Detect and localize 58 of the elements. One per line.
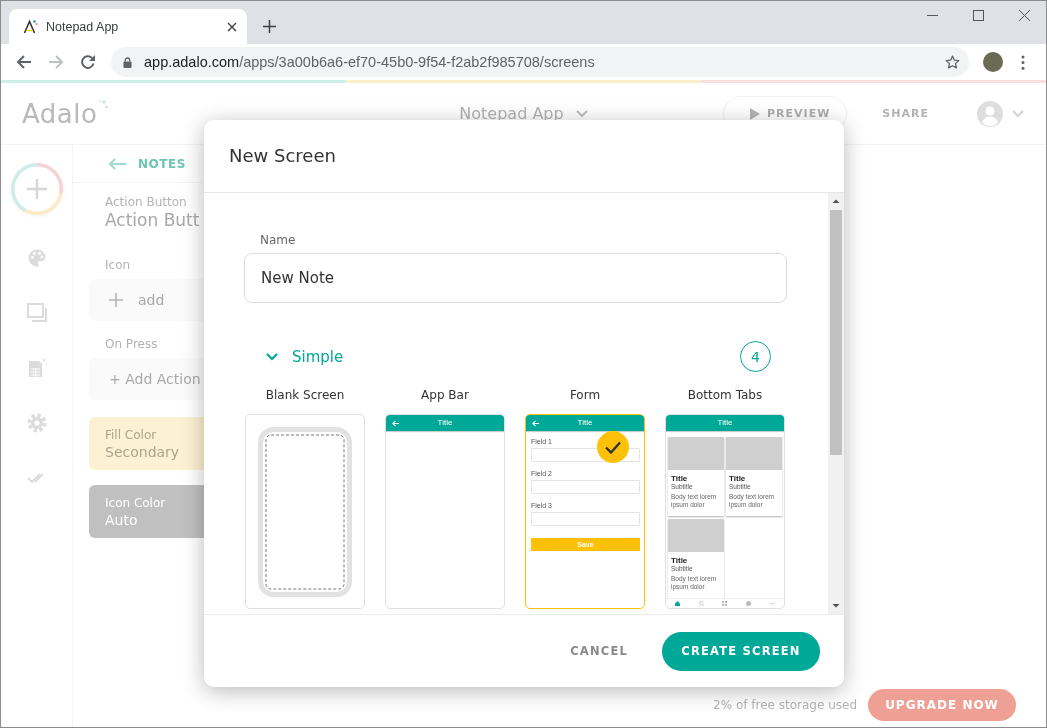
plus-icon — [109, 293, 123, 307]
template-label: Form — [569, 388, 601, 402]
sparkle-icon — [98, 98, 109, 109]
play-icon — [750, 107, 761, 120]
grid-icon — [722, 601, 728, 606]
plus-icon — [26, 179, 47, 199]
address-field[interactable]: app.adalo.com/apps/3a00b6a6-ef70-45b0-9f54-f2ab2f985708/screens — [111, 47, 969, 77]
reload-icon[interactable] — [80, 54, 96, 70]
card-title: Title — [671, 474, 689, 483]
app-bar-title: Title — [436, 418, 454, 428]
app-logo: Adalo — [22, 98, 98, 129]
upgrade-button[interactable]: UPGRADE NOW — [868, 689, 1016, 721]
avatar-icon[interactable] — [983, 52, 1003, 72]
card-title: Title — [671, 556, 689, 565]
section-toggle[interactable]: Simple — [266, 347, 344, 366]
image-placeholder — [726, 437, 782, 470]
plus-icon[interactable] — [263, 20, 276, 33]
home-icon — [675, 601, 681, 606]
image-placeholder — [668, 437, 724, 470]
project-menu[interactable]: Notepad App — [459, 104, 588, 123]
app-logo-icon — [22, 18, 38, 35]
back-arrow-icon — [392, 419, 399, 427]
property-label: Icon — [105, 258, 132, 272]
app-bar-title: Title — [716, 418, 734, 428]
cancel-button[interactable]: CANCEL — [570, 640, 628, 662]
back-link[interactable]: NOTES — [108, 156, 186, 171]
close-icon[interactable] — [1019, 10, 1030, 21]
image-placeholder — [668, 519, 724, 552]
template-label: Bottom Tabs — [687, 388, 763, 402]
property-label: On Press — [105, 337, 159, 351]
close-icon[interactable] — [227, 21, 237, 32]
template-card[interactable]: Title — [385, 414, 505, 609]
app-bar-title: Title — [576, 418, 594, 428]
template-label: App Bar — [421, 388, 469, 402]
menu-icon[interactable] — [1021, 54, 1025, 70]
component-name: Action Butt — [105, 210, 201, 230]
create-screen-button[interactable]: CREATE SCREEN — [662, 631, 820, 671]
check-icon — [597, 431, 629, 463]
star-icon[interactable] — [945, 54, 960, 70]
more-icon — [769, 601, 775, 606]
maximize-icon[interactable] — [973, 10, 984, 21]
user-icon — [746, 601, 752, 606]
arrow-left-icon — [108, 157, 126, 170]
back-icon[interactable] — [16, 54, 32, 70]
dialog-title: New Screen — [229, 144, 336, 166]
name-field[interactable]: New Note — [244, 253, 787, 303]
card-title: Title — [729, 474, 747, 483]
scrollbar-thumb[interactable] — [830, 210, 842, 455]
component-type: Action Button — [105, 195, 188, 209]
storage-text: 2% of free storage used — [713, 698, 857, 712]
browser-tab[interactable]: Notepad App — [9, 9, 247, 44]
chevron-down-icon — [575, 109, 588, 118]
search-icon — [698, 601, 704, 606]
name-label: Name — [259, 233, 297, 247]
template-label: Blank Screen — [265, 388, 345, 402]
lock-icon — [123, 56, 132, 68]
share-button[interactable]: SHARE — [882, 107, 929, 120]
back-arrow-icon — [532, 419, 539, 427]
